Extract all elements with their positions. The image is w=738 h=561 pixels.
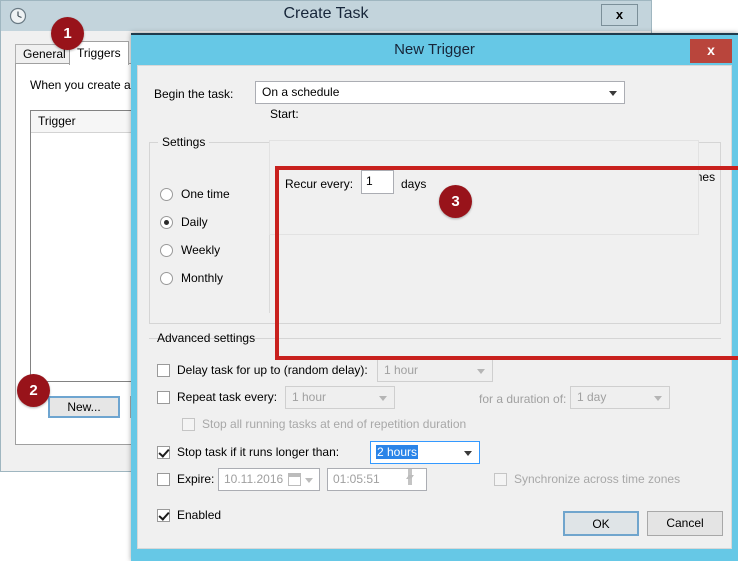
repeat-task-label: Repeat task every:: [177, 390, 278, 404]
radio-label-daily: Daily: [181, 215, 208, 229]
chevron-down-icon: [464, 450, 472, 456]
checkbox-mark-repeat-task: [157, 391, 170, 404]
triggers-description: When you create a: [30, 78, 131, 92]
new-trigger-title: New Trigger: [394, 41, 475, 58]
radio-label-weekly: Weekly: [181, 243, 221, 257]
delay-task-label: Delay task for up to (random delay):: [177, 363, 368, 377]
create-task-title: Create Task: [283, 5, 369, 22]
annotation-marker-2: 2: [17, 374, 50, 407]
checkbox-mark-stop-all-running: [182, 418, 195, 431]
begin-task-value: On a schedule: [262, 85, 340, 99]
chevron-down-icon: [305, 478, 313, 483]
radio-label-monthly: Monthly: [181, 271, 224, 285]
recur-every-label: Recur every:: [285, 177, 354, 191]
start-label: Start:: [270, 107, 299, 121]
checkbox-mark-stop-task: [157, 446, 170, 459]
create-task-close-button[interactable]: x: [601, 4, 638, 26]
delay-task-select[interactable]: 1 hour: [377, 359, 493, 382]
expire-date-value: 10.11.2016: [224, 472, 284, 486]
close-icon[interactable]: x: [690, 39, 732, 63]
radio-label-one-time: One time: [181, 187, 230, 201]
spinner-buttons[interactable]: [406, 469, 425, 489]
stop-all-running-label: Stop all running tasks at end of repetit…: [202, 417, 467, 431]
begin-task-select[interactable]: On a schedule: [255, 81, 625, 104]
radio-mark-weekly: [160, 244, 173, 257]
calendar-icon: [288, 473, 301, 486]
radio-mark-daily: [160, 216, 173, 229]
repeat-interval-value: 1 hour: [292, 390, 327, 404]
chevron-down-icon: [609, 90, 617, 96]
spinner-down-icon[interactable]: [408, 469, 414, 485]
new-trigger-titlebar: New Trigger x: [131, 33, 738, 65]
radio-mark-monthly: [160, 272, 173, 285]
stop-task-duration-value: 2 hours: [376, 445, 419, 459]
expire-date-picker[interactable]: 10.11.2016: [218, 468, 320, 491]
recur-every-value: 1: [366, 174, 373, 188]
checkbox-mark-expire: [157, 473, 170, 486]
recur-every-input[interactable]: 1: [361, 170, 394, 194]
advanced-settings-title: Advanced settings: [157, 331, 256, 345]
recur-unit-label: days: [401, 177, 427, 191]
new-trigger-button[interactable]: New...: [48, 396, 120, 418]
expire-time-spinner[interactable]: 01:05:51: [327, 468, 427, 491]
stop-task-label: Stop task if it runs longer than:: [177, 445, 340, 459]
expire-sync-label: Synchronize across time zones: [514, 472, 681, 486]
enabled-label: Enabled: [177, 508, 222, 522]
expire-time-value: 01:05:51: [333, 472, 380, 486]
radio-mark-one-time: [160, 188, 173, 201]
chevron-down-icon: [654, 395, 662, 401]
ok-button[interactable]: OK: [563, 511, 639, 536]
annotation-marker-1: 1: [51, 17, 84, 50]
delay-task-value: 1 hour: [384, 363, 419, 377]
cancel-button[interactable]: Cancel: [647, 511, 723, 536]
checkbox-mark-expire-sync: [494, 473, 507, 486]
duration-value: 1 day: [577, 390, 607, 404]
duration-label: for a duration of:: [479, 392, 567, 406]
stop-task-duration-select[interactable]: 2 hours: [370, 441, 480, 464]
duration-select[interactable]: 1 day: [570, 386, 670, 409]
begin-task-label: Begin the task:: [154, 87, 234, 101]
annotation-marker-3: 3: [439, 185, 472, 218]
new-trigger-dialog: New Trigger x Begin the task: On a sched…: [131, 33, 738, 561]
checkbox-mark-enabled: [157, 509, 170, 522]
trigger-column-header: Trigger: [38, 114, 76, 128]
chevron-down-icon: [379, 395, 387, 401]
settings-group-title: Settings: [158, 135, 210, 149]
repeat-interval-select[interactable]: 1 hour: [285, 386, 395, 409]
expire-label: Expire:: [177, 472, 215, 486]
create-task-titlebar: Create Task x: [1, 1, 651, 31]
new-trigger-client-area: Begin the task: On a schedule Settings O…: [137, 65, 738, 549]
checkbox-mark-delay-task: [157, 364, 170, 377]
chevron-down-icon: [477, 368, 485, 374]
